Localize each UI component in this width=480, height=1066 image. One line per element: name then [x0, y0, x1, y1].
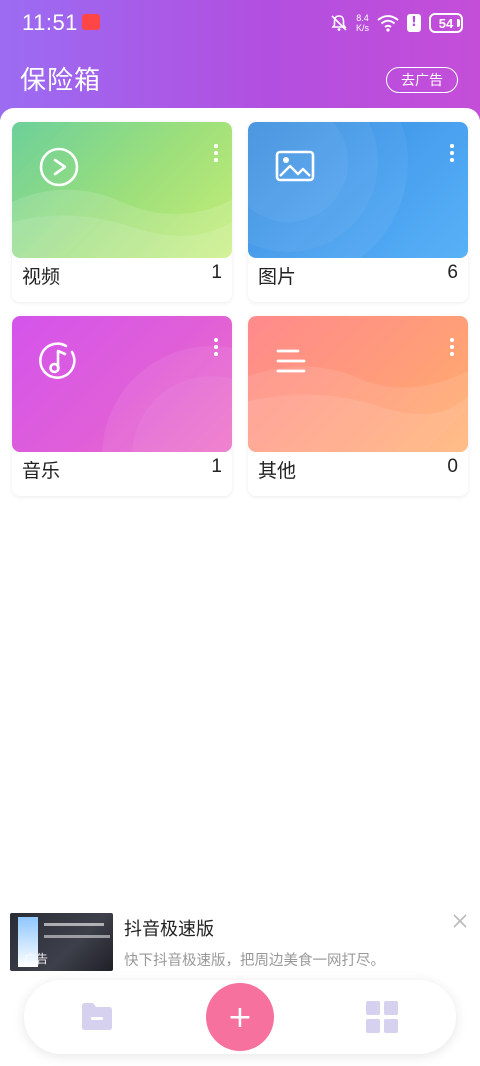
music-icon — [39, 342, 76, 379]
header-background: 11:51 8.4 K/s ! 54 保险箱 去广告 — [0, 0, 480, 120]
video-card-banner — [12, 122, 232, 258]
grid-cell — [366, 1019, 380, 1033]
status-bar: 11:51 8.4 K/s ! 54 — [0, 0, 480, 46]
ad-description: 快下抖音极速版，把周边美食一网打尽。 — [124, 953, 385, 969]
category-card-music[interactable]: 音乐 1 — [12, 316, 232, 496]
wave-decoration — [12, 189, 232, 258]
bottom-nav-bar: + — [24, 980, 456, 1054]
category-label: 视频 — [22, 266, 61, 288]
remove-ads-button[interactable]: 去广告 — [386, 67, 458, 93]
speed-value: 8.4 — [356, 13, 369, 23]
mute-bell-icon — [331, 15, 347, 31]
alert-icon: ! — [407, 14, 421, 32]
music-card-banner — [12, 316, 232, 452]
ad-banner[interactable]: 广告 抖音极速版 快下抖音极速版，把周边美食一网打尽。 — [10, 913, 470, 973]
grid-icon[interactable] — [366, 1001, 398, 1033]
category-count: 6 — [447, 262, 458, 283]
ad-thumbnail-line — [44, 935, 110, 938]
category-card-image[interactable]: 图片 6 — [248, 122, 468, 302]
wifi-icon — [377, 15, 399, 32]
more-options-icon[interactable] — [450, 144, 454, 162]
category-label: 其他 — [258, 460, 297, 482]
image-icon — [275, 150, 315, 182]
status-right-group: 8.4 K/s ! 54 — [330, 10, 463, 36]
circle-decoration — [102, 346, 232, 452]
circle-decoration — [248, 122, 408, 258]
ad-tag: 广告 — [24, 952, 49, 966]
ad-thumbnail[interactable]: 广告 — [10, 913, 113, 971]
category-label: 图片 — [258, 266, 297, 288]
category-label: 音乐 — [22, 460, 61, 482]
category-count: 1 — [211, 456, 222, 477]
notification-app-icon — [82, 14, 100, 30]
speed-unit: K/s — [355, 23, 369, 33]
page-title: 保险箱 — [20, 66, 102, 96]
category-card-other[interactable]: 其他 0 — [248, 316, 468, 496]
grid-cell — [366, 1001, 380, 1015]
ad-thumbnail-line — [44, 923, 104, 926]
grid-cell — [384, 1001, 398, 1015]
folder-icon[interactable] — [80, 1000, 114, 1032]
image-card-banner — [248, 122, 468, 258]
ad-title[interactable]: 抖音极速版 — [124, 915, 214, 941]
close-icon[interactable] — [452, 913, 468, 929]
category-card-video[interactable]: 视频 1 — [12, 122, 232, 302]
category-count: 0 — [447, 456, 458, 477]
status-time: 11:51 — [22, 10, 78, 35]
wave-decoration — [248, 366, 468, 452]
more-options-icon[interactable] — [214, 338, 218, 356]
more-options-icon[interactable] — [214, 144, 218, 162]
more-options-icon[interactable] — [450, 338, 454, 356]
grid-cell — [384, 1019, 398, 1033]
other-card-banner — [248, 316, 468, 452]
list-icon — [276, 349, 306, 373]
play-icon — [39, 147, 79, 187]
battery-tip — [457, 19, 460, 27]
category-count: 1 — [211, 262, 222, 283]
network-speed: 8.4 K/s — [356, 13, 369, 33]
add-button[interactable]: + — [206, 983, 274, 1051]
battery-indicator: 54 — [429, 13, 463, 33]
